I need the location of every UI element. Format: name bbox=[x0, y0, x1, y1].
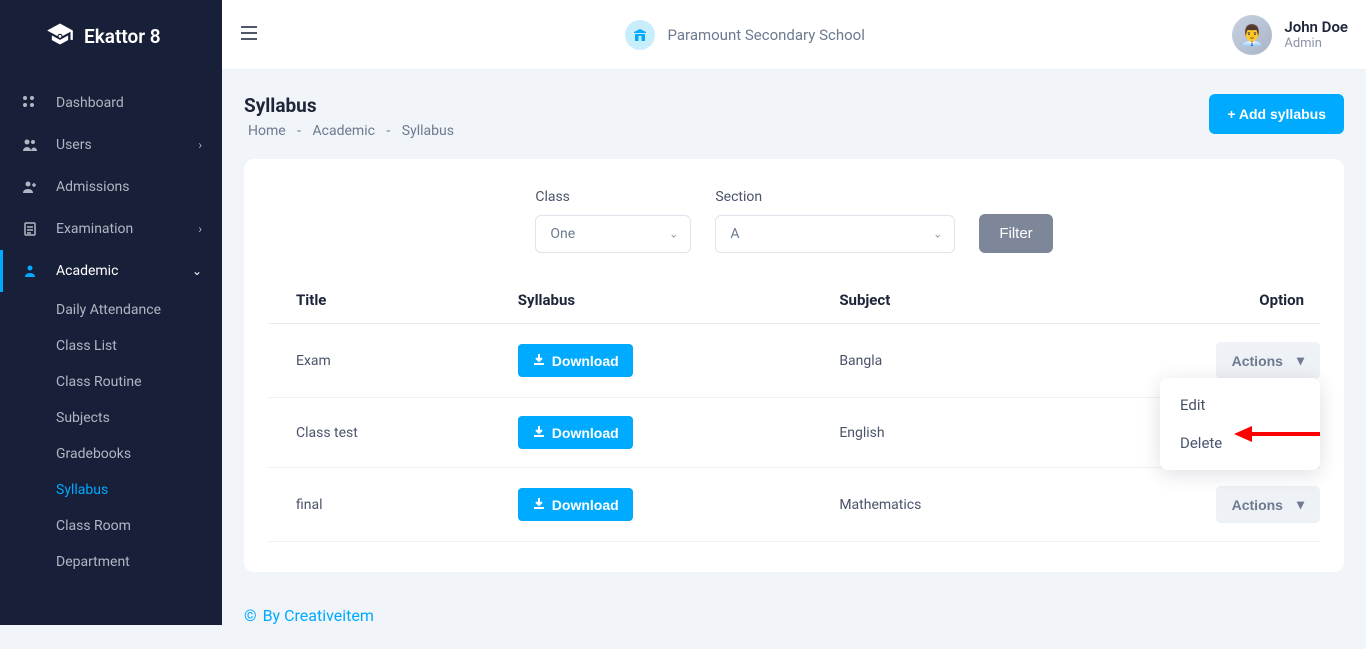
download-button[interactable]: Download bbox=[518, 488, 633, 521]
page-area: Syllabus Home - Academic - Syllabus + Ad… bbox=[222, 70, 1366, 649]
school-selector[interactable]: Paramount Secondary School bbox=[258, 20, 1232, 50]
breadcrumb-separator: - bbox=[297, 123, 301, 139]
cell-title: Exam bbox=[268, 324, 490, 398]
dropdown-edit[interactable]: Edit bbox=[1160, 386, 1320, 424]
menu-toggle-icon[interactable] bbox=[240, 24, 258, 45]
cell-subject: Mathematics bbox=[811, 468, 1071, 542]
download-label: Download bbox=[552, 425, 619, 441]
download-icon bbox=[532, 352, 546, 369]
download-label: Download bbox=[552, 353, 619, 369]
main-content: Paramount Secondary School 👨‍💼 John Doe … bbox=[222, 0, 1366, 649]
add-syllabus-button[interactable]: + Add syllabus bbox=[1209, 94, 1344, 134]
nav-label: Academic bbox=[56, 263, 176, 279]
subnav-gradebooks[interactable]: Gradebooks bbox=[56, 436, 222, 472]
user-menu[interactable]: 👨‍💼 John Doe Admin bbox=[1232, 15, 1348, 55]
graduation-cap-icon bbox=[46, 20, 74, 52]
grid-icon bbox=[20, 95, 40, 111]
breadcrumb-separator: - bbox=[386, 123, 390, 139]
academic-icon bbox=[20, 263, 40, 279]
nav-admissions[interactable]: Admissions bbox=[0, 166, 222, 208]
user-name: John Doe bbox=[1284, 18, 1348, 36]
cell-subject: English bbox=[811, 398, 1071, 468]
filter-button[interactable]: Filter bbox=[979, 214, 1052, 253]
topbar: Paramount Secondary School 👨‍💼 John Doe … bbox=[222, 0, 1366, 70]
download-icon bbox=[532, 424, 546, 441]
actions-button[interactable]: Actions ▾ bbox=[1216, 342, 1320, 379]
class-select[interactable]: One ⌄ bbox=[535, 215, 691, 253]
subnav-daily-attendance[interactable]: Daily Attendance bbox=[56, 292, 222, 328]
chevron-right-icon: › bbox=[198, 138, 202, 152]
class-filter-group: Class One ⌄ bbox=[535, 189, 691, 253]
nav-dashboard[interactable]: Dashboard bbox=[0, 82, 222, 124]
section-label: Section bbox=[715, 189, 955, 205]
section-select[interactable]: A ⌄ bbox=[715, 215, 955, 253]
caret-down-icon: ▾ bbox=[1297, 496, 1304, 513]
column-option: Option bbox=[1071, 281, 1320, 324]
page-header: Syllabus Home - Academic - Syllabus + Ad… bbox=[244, 94, 1344, 139]
nav-label: Examination bbox=[56, 221, 182, 237]
cell-subject: Bangla bbox=[811, 324, 1071, 398]
chevron-right-icon: › bbox=[198, 222, 202, 236]
subnav-class-list[interactable]: Class List bbox=[56, 328, 222, 364]
chevron-down-icon: ⌄ bbox=[192, 264, 202, 278]
nav-label: Dashboard bbox=[56, 95, 202, 111]
footer: © By Creativeitem bbox=[244, 606, 1344, 625]
cell-title: final bbox=[268, 468, 490, 542]
user-role: Admin bbox=[1284, 36, 1348, 51]
nav-users[interactable]: Users › bbox=[0, 124, 222, 166]
user-plus-icon bbox=[20, 179, 40, 195]
actions-button[interactable]: Actions ▾ bbox=[1216, 486, 1320, 523]
nav-examination[interactable]: Examination › bbox=[0, 208, 222, 250]
column-subject: Subject bbox=[811, 281, 1071, 324]
nav-label: Admissions bbox=[56, 179, 202, 195]
copyright-icon: © bbox=[244, 606, 257, 625]
annotation-arrow bbox=[1234, 423, 1320, 449]
brand-name: Ekattor 8 bbox=[84, 25, 161, 48]
caret-down-icon: ▾ bbox=[1297, 352, 1304, 369]
school-name: Paramount Secondary School bbox=[667, 26, 864, 44]
breadcrumb-current: Syllabus bbox=[402, 123, 454, 139]
subnav-department[interactable]: Department bbox=[56, 544, 222, 580]
download-icon bbox=[532, 496, 546, 513]
subnav-class-room[interactable]: Class Room bbox=[56, 508, 222, 544]
sidebar: Ekattor 8 Dashboard Users › Admissions E… bbox=[0, 0, 222, 625]
school-icon bbox=[625, 20, 655, 50]
class-select-value: One bbox=[550, 226, 575, 242]
academic-submenu: Daily Attendance Class List Class Routin… bbox=[0, 292, 222, 580]
chevron-down-icon: ⌄ bbox=[933, 228, 942, 241]
download-button[interactable]: Download bbox=[518, 344, 633, 377]
column-syllabus: Syllabus bbox=[490, 281, 812, 324]
page-title: Syllabus bbox=[244, 94, 458, 117]
section-filter-group: Section A ⌄ bbox=[715, 189, 955, 253]
clipboard-icon bbox=[20, 221, 40, 237]
breadcrumb: Home - Academic - Syllabus bbox=[244, 123, 458, 139]
class-label: Class bbox=[535, 189, 691, 205]
syllabus-card: Class One ⌄ Section A ⌄ Filter bbox=[244, 159, 1344, 572]
nav-academic[interactable]: Academic ⌄ bbox=[0, 250, 222, 292]
subnav-subjects[interactable]: Subjects bbox=[56, 400, 222, 436]
table-row: final Download Mathematics Actions ▾ bbox=[268, 468, 1320, 542]
download-button[interactable]: Download bbox=[518, 416, 633, 449]
nav-label: Users bbox=[56, 137, 182, 153]
subnav-class-routine[interactable]: Class Routine bbox=[56, 364, 222, 400]
footer-link[interactable]: By Creativeitem bbox=[263, 606, 374, 625]
actions-label: Actions bbox=[1232, 497, 1283, 513]
download-label: Download bbox=[552, 497, 619, 513]
column-title: Title bbox=[268, 281, 490, 324]
users-icon bbox=[20, 137, 40, 153]
breadcrumb-home[interactable]: Home bbox=[248, 123, 286, 139]
filters-row: Class One ⌄ Section A ⌄ Filter bbox=[268, 189, 1320, 253]
actions-label: Actions bbox=[1232, 353, 1283, 369]
subnav-syllabus[interactable]: Syllabus bbox=[56, 472, 222, 508]
chevron-down-icon: ⌄ bbox=[669, 228, 678, 241]
brand-logo[interactable]: Ekattor 8 bbox=[0, 0, 222, 82]
section-select-value: A bbox=[730, 226, 739, 242]
cell-title: Class test bbox=[268, 398, 490, 468]
avatar: 👨‍💼 bbox=[1232, 15, 1272, 55]
breadcrumb-academic[interactable]: Academic bbox=[313, 123, 375, 139]
